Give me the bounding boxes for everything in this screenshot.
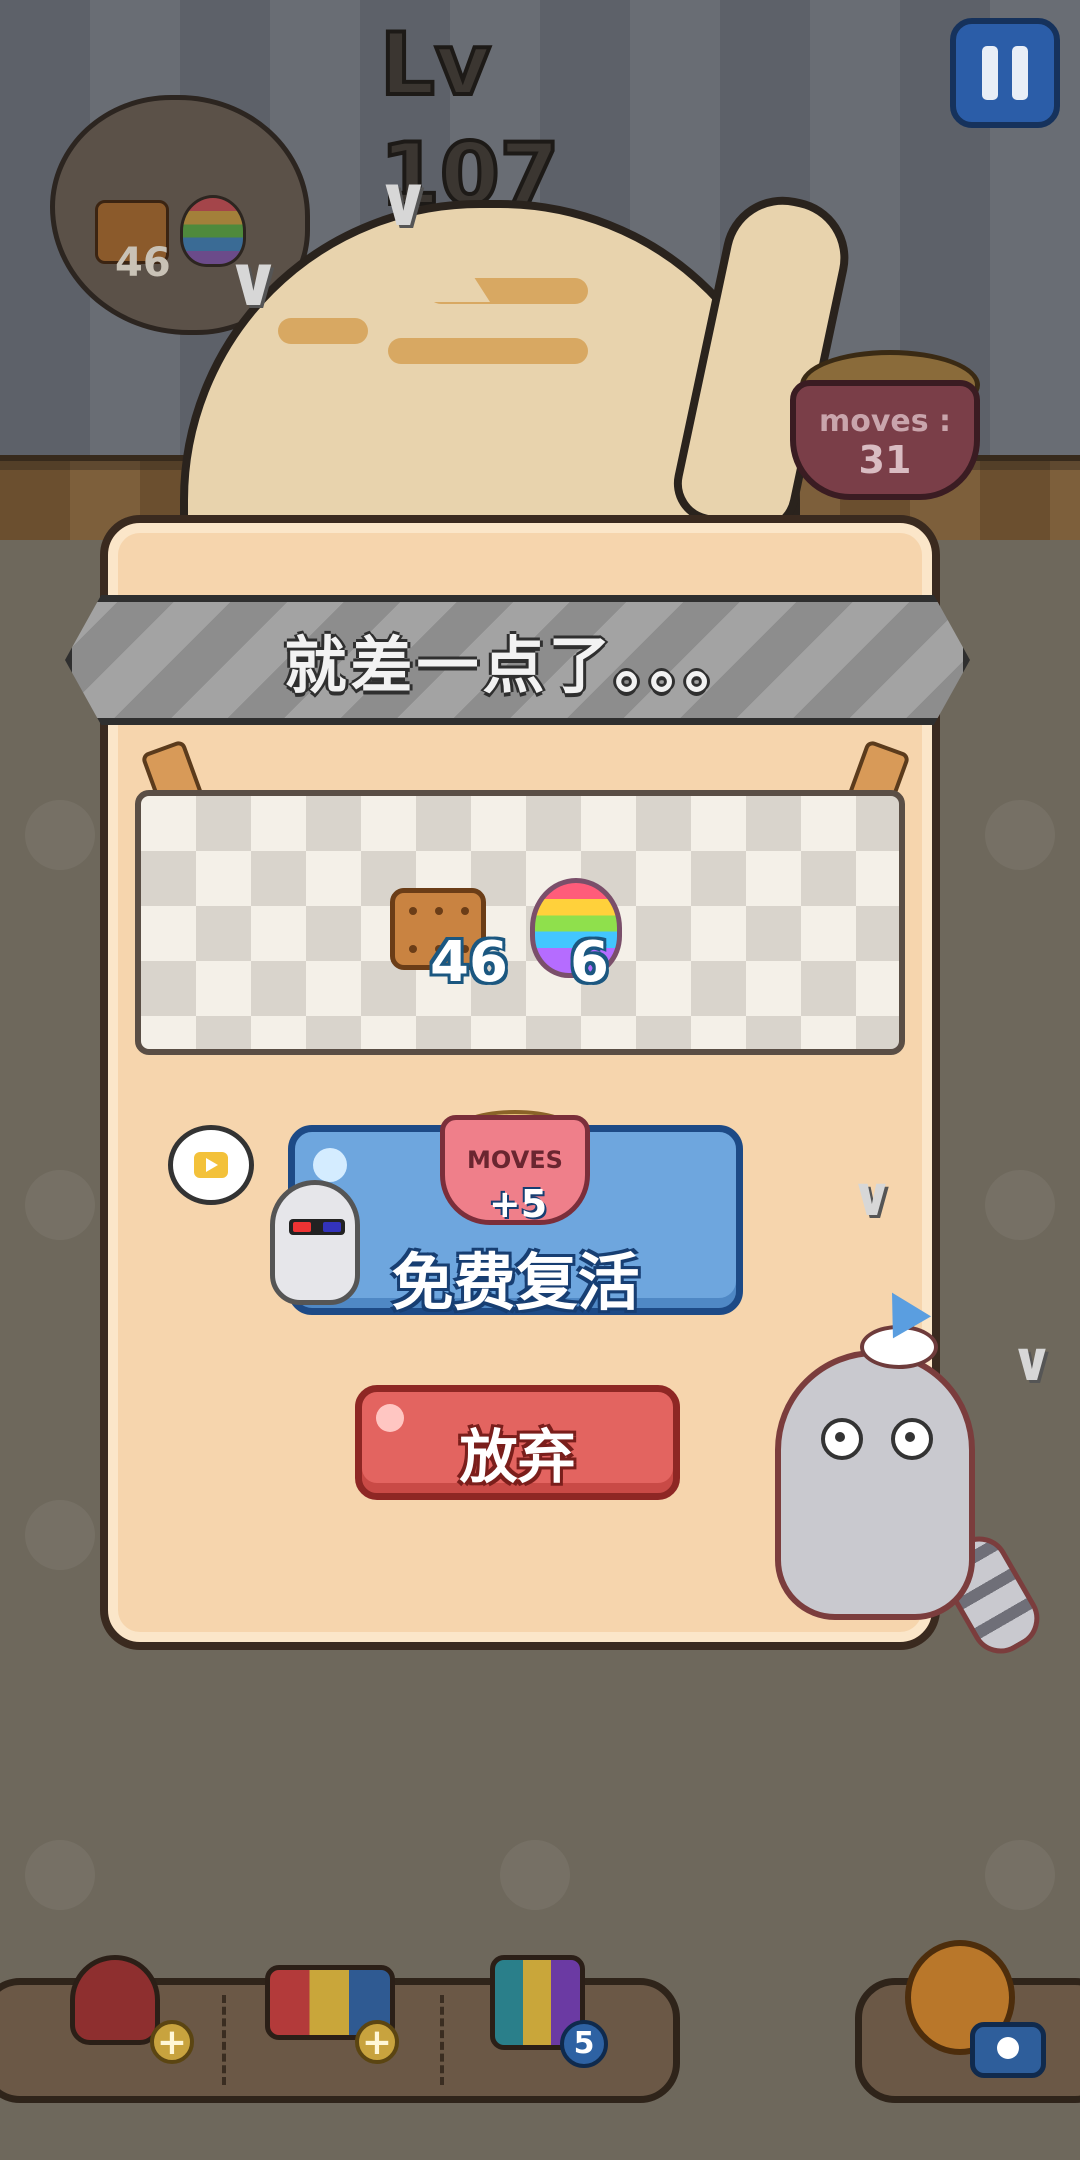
toolbar-divider (440, 1995, 444, 2085)
bowl-moves-label: MOVES (467, 1146, 563, 1174)
hammer-tool-icon[interactable] (70, 1955, 160, 2045)
toolbar-divider (222, 1995, 226, 2085)
give-up-label: 放弃 (459, 1423, 576, 1491)
cat-ear (400, 232, 490, 302)
smoke-swirl-icon: ∨ (1010, 1330, 1054, 1393)
thought-goal-count: 46 (115, 240, 171, 286)
level-title: Lv 107 (378, 13, 562, 227)
cat-with-3d-glasses (270, 1180, 360, 1305)
add-hammer-badge[interactable]: + (150, 2020, 194, 2064)
video-ad-icon (194, 1152, 228, 1178)
dazed-grey-cat (775, 1350, 975, 1620)
free-revive-label: 免费复活 (391, 1246, 640, 1319)
biscuit-dot (461, 907, 469, 915)
moves-count: 31 (858, 438, 912, 482)
moves-food-bowl: moves : 31 (790, 380, 980, 500)
pause-icon (982, 46, 998, 100)
3d-glasses-icon (289, 1219, 345, 1235)
cat-stripe (388, 338, 588, 364)
paw-print-decoration (25, 1500, 95, 1570)
dialog-title-banner: 就差一点了。。。 (65, 595, 970, 725)
paw-print-decoration (500, 1840, 570, 1910)
biscuit-dot (435, 907, 443, 915)
cat-stripe (278, 318, 368, 344)
biscuit-dot (409, 907, 417, 915)
give-up-button[interactable]: 放弃 (355, 1385, 680, 1500)
paw-print-decoration (25, 800, 95, 870)
biscuit-dot (409, 945, 417, 953)
bonus-moves-label: +5 (488, 1182, 548, 1226)
smoke-swirl-icon: ∨ (375, 160, 432, 242)
dialog-title: 就差一点了。。。 (284, 629, 751, 702)
pause-icon-bar (1012, 46, 1028, 100)
paw-print-decoration (985, 1840, 1055, 1910)
cat-eye (891, 1418, 933, 1460)
paw-print-decoration (25, 1840, 95, 1910)
add-roller-badge[interactable]: + (355, 2020, 399, 2064)
video-ad-bubble (168, 1125, 254, 1205)
rainbow-goal-count: 6 (570, 930, 609, 995)
paw-print-decoration (25, 1170, 95, 1240)
cat-eye (821, 1418, 863, 1460)
smoke-swirl-icon: ∨ (225, 240, 282, 322)
remaining-goals-box (135, 790, 905, 1055)
video-ad-icon (970, 2022, 1046, 2078)
paw-print-decoration (985, 800, 1055, 870)
button-gloss (313, 1148, 347, 1182)
brush-count-badge: 5 (560, 2020, 608, 2068)
biscuit-goal-count: 46 (430, 930, 508, 995)
smoke-swirl-icon: ∨ (850, 1165, 894, 1228)
paw-print-decoration (985, 1170, 1055, 1240)
moves-label: moves : (818, 404, 952, 439)
pause-button[interactable] (950, 18, 1060, 128)
